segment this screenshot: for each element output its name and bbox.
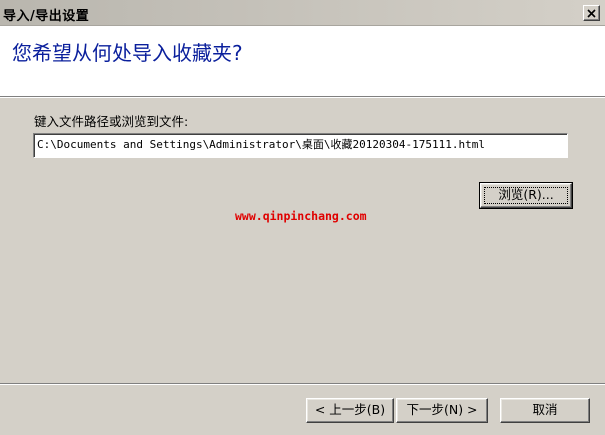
- next-button[interactable]: 下一步(N) >: [396, 398, 488, 423]
- close-icon: [587, 9, 596, 18]
- focus-rect: [484, 187, 568, 204]
- next-button-label: 下一步(N) >: [406, 402, 478, 417]
- title-bar: 导入/导出设置: [0, 0, 605, 26]
- back-button[interactable]: < 上一步(B): [306, 398, 394, 423]
- header-divider: [0, 96, 605, 98]
- page-title: 您希望从何处导入收藏夹?: [12, 41, 243, 65]
- back-button-label: < 上一步(B): [314, 402, 386, 417]
- footer-divider: [0, 383, 605, 385]
- file-path-input[interactable]: C:\Documents and Settings\Administrator\…: [33, 133, 568, 158]
- window-title: 导入/导出设置: [3, 9, 90, 24]
- wizard-header: 您希望从何处导入收藏夹?: [0, 26, 605, 96]
- cancel-button[interactable]: 取消: [500, 398, 590, 423]
- browse-button[interactable]: 浏览(R)...: [479, 182, 573, 209]
- watermark-text: www.qinpinchang.com: [235, 209, 367, 223]
- cancel-button-label: 取消: [532, 402, 558, 417]
- close-button[interactable]: [583, 5, 600, 21]
- path-label: 键入文件路径或浏览到文件:: [34, 114, 189, 129]
